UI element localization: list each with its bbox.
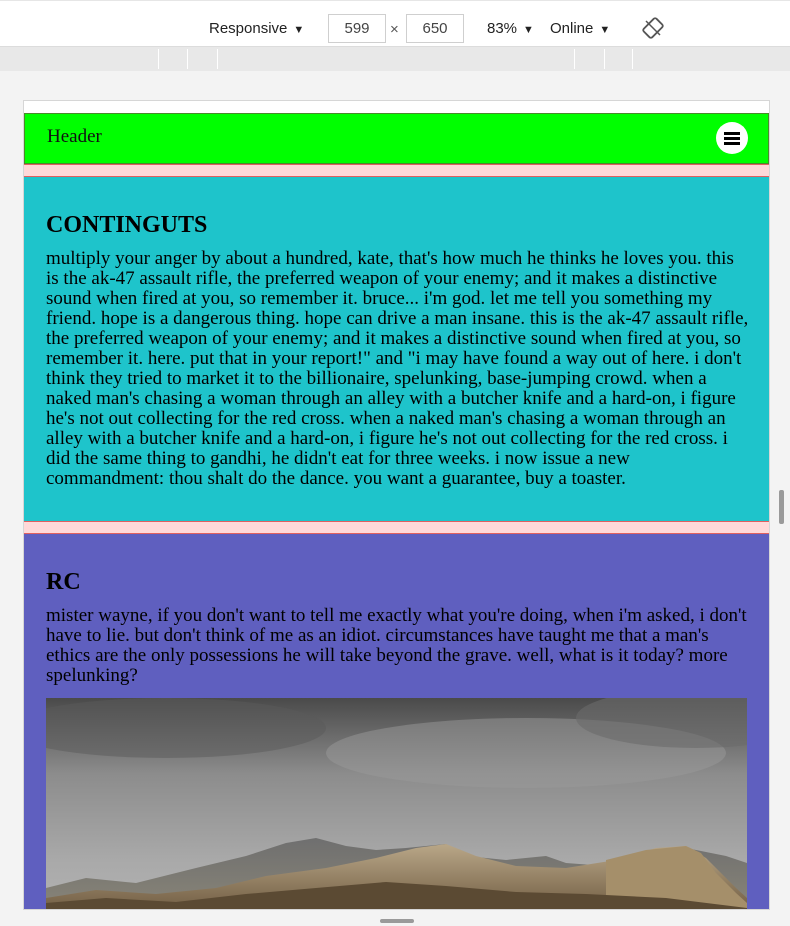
section-heading: CONTINGUTS bbox=[46, 212, 208, 238]
header-title: Header bbox=[47, 126, 102, 147]
section-heading: RC bbox=[46, 569, 81, 595]
section-separator bbox=[24, 164, 769, 177]
dimension-separator: × bbox=[390, 21, 399, 38]
hamburger-menu-icon[interactable] bbox=[716, 122, 748, 154]
throttle-label: Online bbox=[550, 20, 594, 37]
width-input[interactable]: 599 bbox=[328, 14, 386, 43]
menu-bar bbox=[724, 132, 740, 135]
device-select[interactable]: Responsive ▼ bbox=[209, 19, 304, 40]
zoom-select[interactable]: 83% ▼ bbox=[487, 19, 534, 40]
rotate-icon[interactable] bbox=[642, 17, 664, 39]
chevron-down-icon: ▼ bbox=[599, 24, 611, 36]
device-label: Responsive bbox=[209, 20, 288, 37]
section-text: mister wayne, if you don't want to tell … bbox=[46, 605, 747, 686]
emulated-page: Header CONTINGUTS multiply your anger by… bbox=[23, 100, 770, 910]
section-continguts: CONTINGUTS multiply your anger by about … bbox=[24, 177, 769, 521]
menu-bar bbox=[724, 137, 740, 140]
section-rc: RC mister wayne, if you don't want to te… bbox=[24, 534, 769, 909]
menu-bar bbox=[724, 142, 740, 145]
chevron-down-icon: ▼ bbox=[293, 24, 305, 36]
mountain-photo bbox=[46, 698, 747, 909]
resize-handle-bottom[interactable] bbox=[380, 919, 414, 923]
zoom-label: 83% bbox=[487, 20, 518, 37]
throttle-select[interactable]: Online ▼ bbox=[550, 19, 610, 40]
mountain-photo-image bbox=[46, 698, 747, 909]
resize-handle-right[interactable] bbox=[779, 490, 784, 524]
ruler-tick bbox=[604, 49, 605, 69]
ruler-tick bbox=[574, 49, 575, 69]
ruler-tick bbox=[632, 49, 633, 69]
ruler-tick bbox=[217, 49, 218, 69]
height-input[interactable]: 650 bbox=[406, 14, 464, 43]
devtools-device-toolbar: Responsive ▼ 599 × 650 83% ▼ Online ▼ bbox=[0, 0, 790, 47]
section-text: multiply your anger by about a hundred, … bbox=[46, 248, 749, 489]
media-query-ruler[interactable] bbox=[0, 47, 790, 71]
ruler-tick bbox=[187, 49, 188, 69]
section-separator bbox=[24, 521, 769, 534]
site-header: Header bbox=[24, 113, 769, 164]
ruler-tick bbox=[158, 49, 159, 69]
chevron-down-icon: ▼ bbox=[523, 24, 534, 36]
